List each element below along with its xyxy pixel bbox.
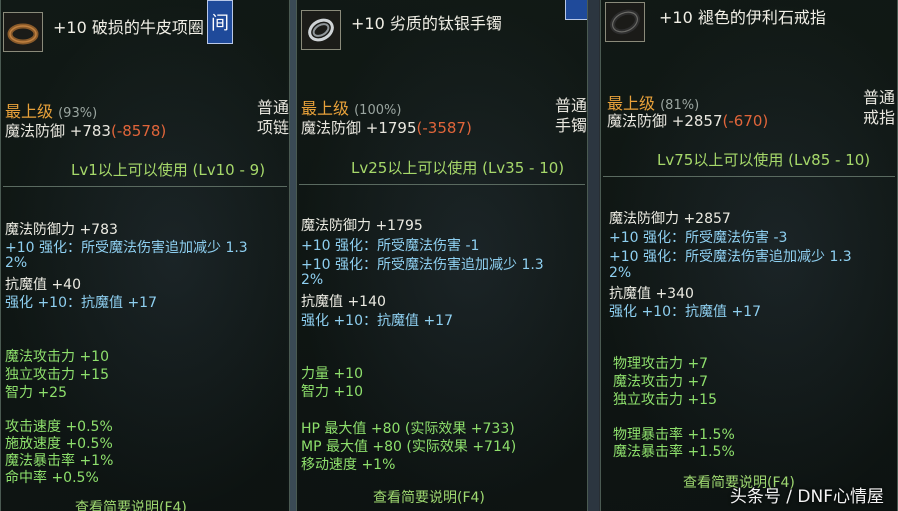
stat-line: 魔法攻击力 +10 — [5, 349, 109, 365]
stat-line: 魔法防御力 +2857 — [609, 211, 731, 227]
stat-line: 物理攻击力 +7 — [613, 356, 709, 372]
item-tooltip-ring: +10 褪色的伊利石戒指 最上级 (81%) 普通 戒指 魔法防御 +2857(-… — [600, 0, 898, 511]
divider — [299, 184, 585, 185]
stat-line: 独立攻击力 +15 — [613, 392, 717, 408]
stat-line: 抗魔值 +140 — [301, 294, 386, 310]
magic-defense-compare: 魔法防御 +1795(-3587) — [301, 119, 472, 137]
stat-line: +10 强化：所受魔法伤害追加减少 1.3 — [5, 240, 248, 256]
item-tooltip-necklace: +10 破损的牛皮项圈 间 最上级 (93%) 普通 项链 魔法防御 +783(-… — [0, 0, 290, 511]
stat-line: 魔法攻击力 +7 — [613, 374, 709, 390]
stat-line: 2% — [301, 272, 324, 288]
item-title: +10 褪色的伊利石戒指 — [659, 8, 826, 27]
level-requirement: Lv1以上可以使用 (Lv10 - 9) — [71, 161, 266, 179]
corner-button[interactable]: 间 — [207, 0, 233, 44]
item-title: +10 破损的牛皮项圈 — [53, 18, 204, 37]
item-grade: 最上级 (93%) — [5, 102, 98, 121]
stat-line: 智力 +10 — [301, 384, 363, 400]
stat-line: 移动速度 +1% — [301, 457, 396, 473]
stat-line: HP 最大值 +80 (实际效果 +733) — [301, 421, 515, 437]
item-type: 普通 手镯 — [554, 96, 587, 135]
stat-line: 魔法防御力 +1795 — [301, 218, 423, 234]
stat-line: 强化 +10：抗魔值 +17 — [301, 313, 453, 329]
brief-description-button[interactable]: 查看简要说明(F4) — [75, 497, 187, 511]
necklace-icon — [3, 12, 43, 52]
stat-line: 独立攻击力 +15 — [5, 367, 109, 383]
item-type: 普通 项链 — [256, 98, 289, 137]
watermark: 头条号 / DNF心情屋 — [729, 487, 884, 507]
stat-line: 魔法防御力 +783 — [5, 222, 118, 238]
stat-line: 2% — [609, 265, 632, 281]
stat-line: +10 强化：所受魔法伤害追加减少 1.3 — [609, 249, 852, 265]
stat-line: +10 强化：所受魔法伤害 -3 — [609, 230, 788, 246]
item-type: 普通 戒指 — [862, 88, 895, 127]
level-requirement: Lv25以上可以使用 (Lv35 - 10) — [351, 159, 565, 177]
brief-description-button[interactable]: 查看简要说明(F4) — [373, 487, 485, 507]
level-requirement: Lv75以上可以使用 (Lv85 - 10) — [657, 151, 871, 169]
stat-line: 智力 +25 — [5, 385, 67, 401]
stat-line: +10 强化：所受魔法伤害追加减少 1.3 — [301, 257, 544, 273]
divider — [3, 186, 287, 187]
stat-line: 魔法暴击率 +1.5% — [613, 444, 735, 460]
stat-line: 强化 +10：抗魔值 +17 — [5, 295, 157, 311]
item-tooltip-bracelet: +10 劣质的钛银手镯 最上级 (100%) 普通 手镯 魔法防御 +1795(-… — [296, 0, 588, 511]
magic-defense-compare: 魔法防御 +783(-8578) — [5, 122, 167, 140]
corner-button[interactable] — [565, 0, 587, 20]
divider — [603, 176, 895, 177]
stat-line: 力量 +10 — [301, 366, 363, 382]
stat-line: MP 最大值 +80 (实际效果 +714) — [301, 439, 517, 455]
stat-line: 强化 +10：抗魔值 +17 — [609, 304, 761, 320]
item-title: +10 劣质的钛银手镯 — [351, 14, 502, 33]
ring-icon — [605, 2, 645, 42]
stat-line: 命中率 +0.5% — [5, 470, 99, 486]
magic-defense-compare: 魔法防御 +2857(-670) — [607, 112, 769, 130]
stat-line: 抗魔值 +340 — [609, 286, 694, 302]
item-grade: 最上级 (100%) — [301, 99, 402, 118]
bracelet-icon — [301, 10, 341, 50]
stat-line: 2% — [5, 255, 28, 271]
stat-line: +10 强化：所受魔法伤害 -1 — [301, 238, 480, 254]
stat-line: 抗魔值 +40 — [5, 277, 81, 293]
